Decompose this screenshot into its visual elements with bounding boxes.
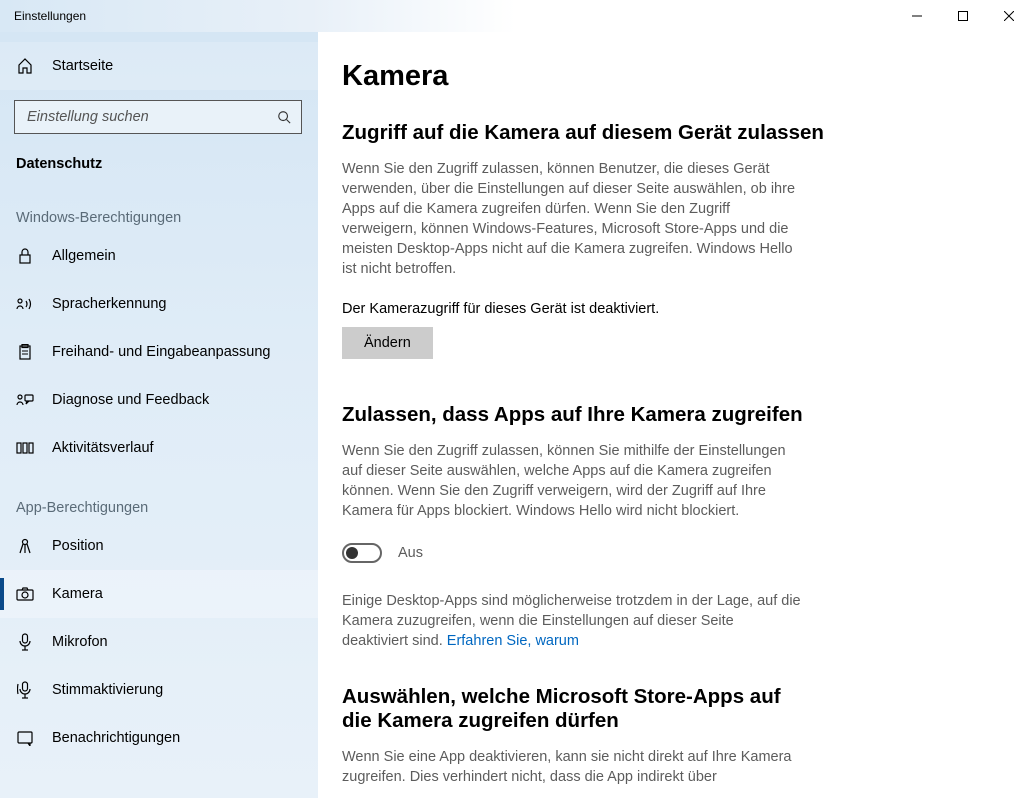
sidebar-item-voice-activation[interactable]: Stimmaktivierung: [0, 666, 318, 714]
clipboard-icon: [16, 344, 34, 360]
section3-text: Wenn Sie eine App deaktivieren, kann sie…: [342, 747, 802, 787]
window-title: Einstellungen: [0, 9, 86, 23]
sidebar-item-activity[interactable]: Aktivitätsverlauf: [0, 424, 318, 472]
close-button[interactable]: [986, 0, 1032, 32]
camera-icon: [16, 587, 34, 601]
lock-icon: [16, 248, 34, 264]
minimize-button[interactable]: [894, 0, 940, 32]
section3-heading: Auswählen, welche Microsoft Store-Apps a…: [342, 685, 802, 733]
sidebar-item-label: Allgemein: [52, 248, 116, 264]
section1-heading: Zugriff auf die Kamera auf diesem Gerät …: [342, 121, 962, 145]
section1-text: Wenn Sie den Zugriff zulassen, können Be…: [342, 159, 802, 279]
apps-camera-toggle[interactable]: [342, 543, 382, 563]
sidebar-item-notifications[interactable]: Benachrichtigungen: [0, 714, 318, 762]
feedback-icon: [16, 392, 34, 408]
maximize-button[interactable]: [940, 0, 986, 32]
voice-activation-icon: [16, 681, 34, 699]
category-label: Datenschutz: [0, 134, 318, 182]
sidebar-item-label: Benachrichtigungen: [52, 730, 180, 746]
titlebar: Einstellungen: [0, 0, 1032, 32]
search-input[interactable]: [15, 109, 267, 125]
group-windows-permissions: Windows-Berechtigungen: [0, 182, 318, 232]
sidebar-item-label: Position: [52, 538, 104, 554]
sidebar-item-label: Freihand- und Eingabeanpassung: [52, 344, 270, 360]
sidebar-item-speech[interactable]: Spracherkennung: [0, 280, 318, 328]
learn-why-link[interactable]: Erfahren Sie, warum: [447, 633, 579, 649]
speech-icon: [16, 296, 34, 312]
notifications-icon: [16, 730, 34, 746]
sidebar-item-label: Mikrofon: [52, 634, 108, 650]
home-button[interactable]: Startseite: [0, 42, 318, 90]
sidebar-item-location[interactable]: Position: [0, 522, 318, 570]
sidebar-item-label: Stimmaktivierung: [52, 682, 163, 698]
content-area: Kamera Zugriff auf die Kamera auf diesem…: [318, 32, 1032, 798]
section2-text: Wenn Sie den Zugriff zulassen, können Si…: [342, 441, 802, 521]
sidebar-item-general[interactable]: Allgemein: [0, 232, 318, 280]
section2-heading: Zulassen, dass Apps auf Ihre Kamera zugr…: [342, 403, 962, 427]
sidebar: Startseite Datenschutz Windows-Berechtig…: [0, 32, 318, 798]
section2-note: Einige Desktop-Apps sind möglicherweise …: [342, 591, 802, 651]
location-icon: [16, 538, 34, 554]
sidebar-item-label: Spracherkennung: [52, 296, 166, 312]
toggle-knob: [346, 547, 358, 559]
sidebar-item-inking[interactable]: Freihand- und Eingabeanpassung: [0, 328, 318, 376]
microphone-icon: [16, 633, 34, 651]
home-label: Startseite: [52, 58, 113, 74]
sidebar-item-label: Diagnose und Feedback: [52, 392, 209, 408]
sidebar-item-diagnostics[interactable]: Diagnose und Feedback: [0, 376, 318, 424]
sidebar-item-microphone[interactable]: Mikrofon: [0, 618, 318, 666]
group-app-permissions: App-Berechtigungen: [0, 472, 318, 522]
sidebar-item-label: Aktivitätsverlauf: [52, 440, 154, 456]
sidebar-item-label: Kamera: [52, 586, 103, 602]
search-box[interactable]: [14, 100, 302, 134]
change-button[interactable]: Ändern: [342, 327, 433, 359]
sidebar-item-camera[interactable]: Kamera: [0, 570, 318, 618]
search-icon: [267, 110, 301, 124]
camera-access-status: Der Kamerazugriff für dieses Gerät ist d…: [342, 301, 962, 317]
activity-icon: [16, 440, 34, 456]
home-icon: [16, 58, 34, 74]
page-title: Kamera: [342, 60, 962, 93]
toggle-state-label: Aus: [398, 545, 423, 561]
